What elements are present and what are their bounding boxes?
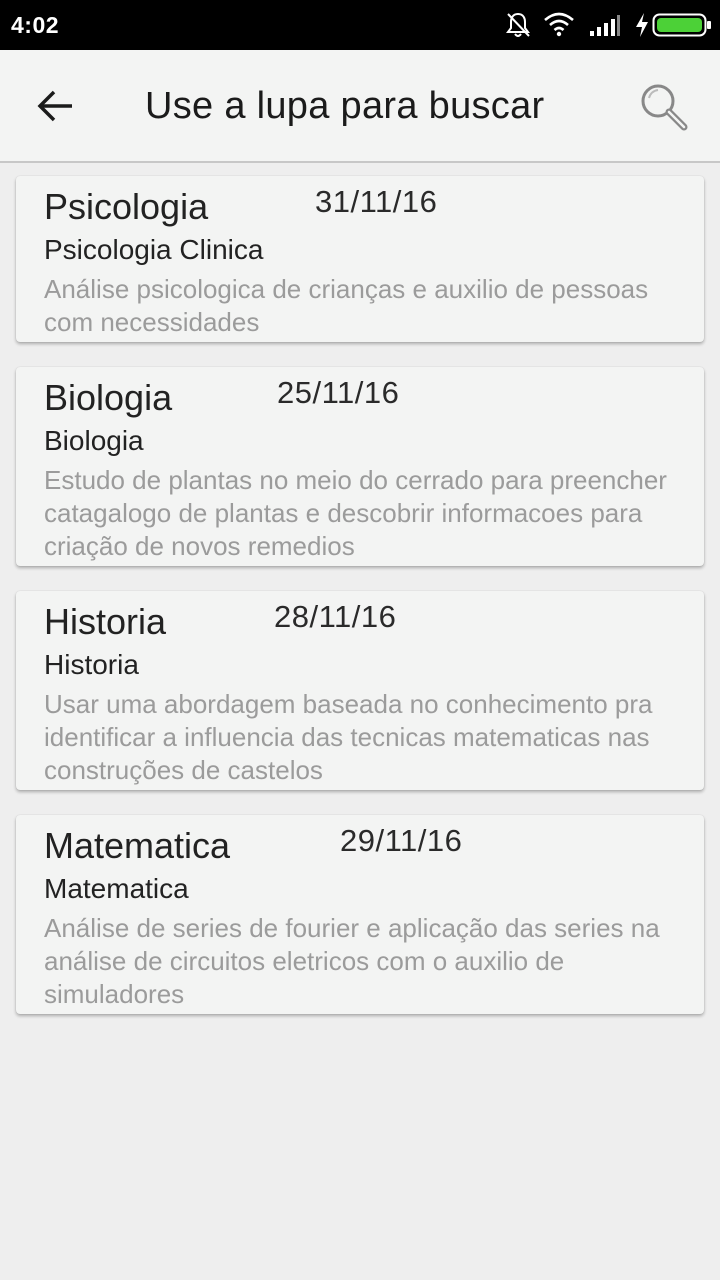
page-title: Use a lupa para buscar (145, 85, 545, 127)
list-item-card[interactable]: Matematica 29/11/16 Matematica Análise d… (16, 815, 704, 1014)
card-description: Análise de series de fourier e aplicação… (44, 913, 660, 1009)
search-button[interactable] (636, 80, 692, 136)
card-subtitle: Psicologia Clinica (44, 234, 264, 265)
wifi-icon (544, 12, 574, 37)
card-subtitle: Historia (44, 649, 139, 680)
card-title: Psicologia (44, 186, 209, 227)
list-item-card[interactable]: Historia 28/11/16 Historia Usar uma abor… (16, 591, 704, 790)
card-title: Historia (44, 601, 167, 642)
card-description: Usar uma abordagem baseada no conhecimen… (44, 689, 653, 785)
card-subtitle: Biologia (44, 425, 144, 456)
card-description: Análise psicologica de crianças e auxili… (44, 274, 649, 337)
status-bar: 4:02 (0, 0, 720, 50)
list-item-card[interactable]: Psicologia 31/11/16 Psicologia Clinica A… (16, 176, 704, 342)
card-date: 29/11/16 (340, 823, 463, 858)
search-icon (641, 84, 688, 131)
battery-icon (652, 13, 711, 37)
card-title: Biologia (44, 377, 173, 418)
signal-icon (590, 15, 620, 36)
arrow-left-icon (37, 90, 72, 122)
app-bar: Use a lupa para buscar (0, 50, 720, 163)
card-subtitle: Matematica (44, 873, 189, 904)
card-date: 28/11/16 (274, 599, 397, 634)
card-date: 31/11/16 (315, 184, 438, 219)
card-date: 25/11/16 (277, 375, 400, 410)
status-icons (0, 0, 720, 50)
alarm-off-icon (506, 12, 530, 37)
card-description: Estudo de plantas no meio do cerrado par… (44, 465, 667, 561)
list-item-card[interactable]: Biologia 25/11/16 Biologia Estudo de pla… (16, 367, 704, 566)
back-button[interactable] (30, 80, 82, 132)
charging-icon (636, 13, 648, 37)
card-title: Matematica (44, 825, 231, 866)
